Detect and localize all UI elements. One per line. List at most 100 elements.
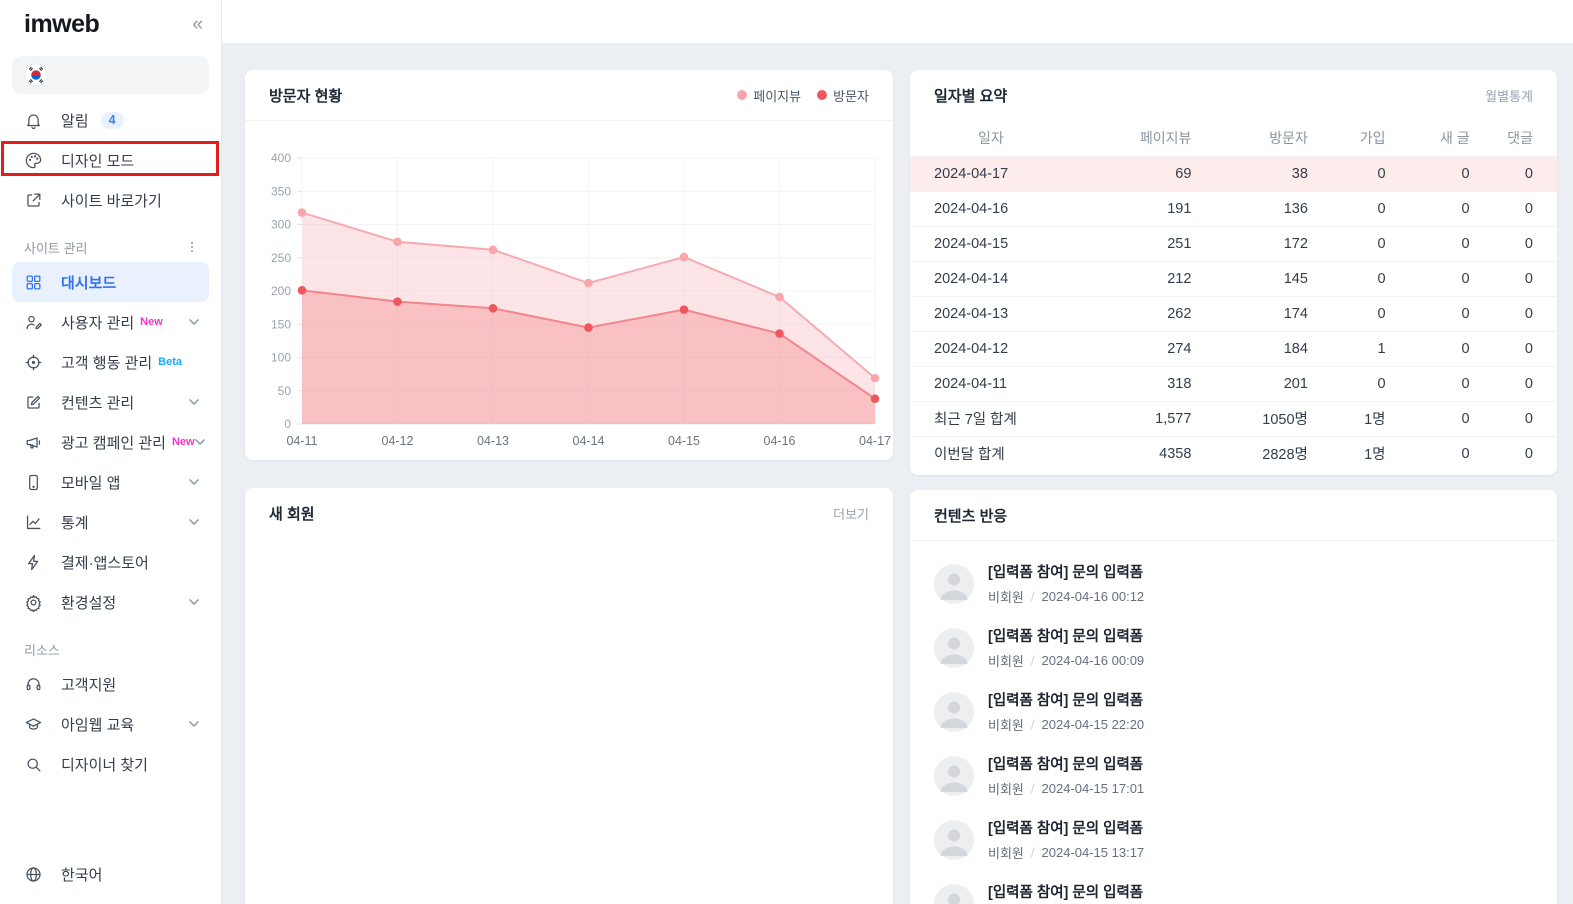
table-row[interactable]: 2024-04-11 318 201 0 0 0 — [910, 366, 1557, 401]
list-item[interactable]: [입력폼 참여] 문의 입력폼 비회원 / 2024-04-14 23:56 — [934, 881, 1533, 904]
table-row[interactable]: 2024-04-14 212 145 0 0 0 — [910, 261, 1557, 296]
cell: 0 — [1386, 401, 1470, 436]
search-icon — [24, 755, 43, 774]
cell: 0 — [1470, 331, 1557, 366]
sidebar-item-settings[interactable]: 환경설정 — [12, 582, 209, 622]
sidebar: imweb « 알림 4 — [0, 0, 222, 904]
cell: 145 — [1191, 261, 1307, 296]
section-resources: 리소스 — [12, 636, 209, 662]
sidebar-item-dashboard[interactable]: 대시보드 — [12, 262, 209, 302]
chevron-down-icon — [189, 399, 199, 406]
content-management-label: 컨텐츠 관리 — [61, 392, 134, 413]
reaction-time: 2024-04-15 17:01 — [1042, 781, 1145, 796]
customer-behavior-label: 고객 행동 관리 — [61, 352, 152, 373]
cell: 1 — [1308, 331, 1386, 366]
cell: 0 — [1308, 191, 1386, 226]
headset-icon — [24, 675, 43, 694]
megaphone-icon — [24, 433, 43, 452]
sidebar-item-imweb-education[interactable]: 아임웹 교육 — [12, 704, 209, 744]
row-date: 2024-04-16 — [910, 191, 1072, 226]
list-item[interactable]: [입력폼 참여] 문의 입력폼 비회원 / 2024-04-15 22:20 — [934, 689, 1533, 734]
cell: 0 — [1308, 366, 1386, 401]
reaction-member: 비회원 — [988, 715, 1024, 734]
list-item[interactable]: [입력폼 참여] 문의 입력폼 비회원 / 2024-04-16 00:09 — [934, 625, 1533, 670]
more-link[interactable]: 더보기 — [833, 504, 869, 523]
cell: 251 — [1072, 226, 1192, 261]
new-members-title: 새 회원 — [269, 503, 315, 524]
row-date: 2024-04-13 — [910, 296, 1072, 331]
new-tag: New — [140, 316, 163, 328]
col-signups: 가입 — [1308, 120, 1386, 156]
sidebar-item-ad-campaign[interactable]: 광고 캠페인 관리 New — [12, 422, 209, 462]
new-members-card: 새 회원 더보기 — [245, 488, 893, 904]
content-reactions-title: 컨텐츠 반응 — [934, 505, 1007, 526]
table-row[interactable]: 2024-04-15 251 172 0 0 0 — [910, 226, 1557, 261]
payments-appstore-label: 결제·앱스토어 — [61, 552, 149, 573]
row-label: 이번달 합계 — [910, 436, 1072, 471]
section-label: 사이트 관리 — [24, 238, 87, 257]
cell: 274 — [1072, 331, 1192, 366]
reaction-title: [입력폼 참여] 문의 입력폼 — [988, 689, 1144, 710]
sidebar-item-customer-behavior[interactable]: 고객 행동 관리 Beta — [12, 342, 209, 382]
sidebar-item-user-management[interactable]: 사용자 관리 New — [12, 302, 209, 342]
table-row-total-7days: 최근 7일 합계 1,577 1050명 1명 0 0 — [910, 401, 1557, 436]
table-row[interactable]: 2024-04-17 69 38 0 0 0 — [910, 156, 1557, 191]
chevron-down-icon — [189, 319, 199, 326]
sidebar-item-payments-appstore[interactable]: 결제·앱스토어 — [12, 542, 209, 582]
imweb-education-label: 아임웹 교육 — [61, 714, 134, 735]
monthly-stats-link[interactable]: 월별통계 — [1485, 86, 1533, 105]
col-date: 일자 — [910, 120, 1072, 156]
cell: 69 — [1072, 156, 1192, 191]
row-date: 2024-04-17 — [910, 156, 1072, 191]
sidebar-item-find-designer[interactable]: 디자이너 찾기 — [12, 744, 209, 784]
reaction-time: 2024-04-16 00:12 — [1042, 589, 1145, 604]
sidebar-item-site-shortcut[interactable]: 사이트 바로가기 — [12, 180, 209, 220]
cell: 0 — [1308, 261, 1386, 296]
chevron-down-icon — [189, 599, 199, 606]
table-row[interactable]: 2024-04-12 274 184 1 0 0 — [910, 331, 1557, 366]
row-date: 2024-04-11 — [910, 366, 1072, 401]
avatar — [934, 628, 974, 668]
visitor-status-card: 방문자 현황 페이지뷰 방문자 050100150200250300350400… — [245, 70, 893, 460]
user-edit-icon — [24, 313, 43, 332]
separator: / — [1031, 717, 1035, 732]
svg-text:50: 50 — [278, 384, 292, 398]
cell: 38 — [1191, 156, 1307, 191]
legend-pageview: 페이지뷰 — [737, 86, 801, 105]
chart-legend: 페이지뷰 방문자 — [737, 86, 869, 105]
reaction-member: 비회원 — [988, 587, 1024, 606]
ad-campaign-label: 광고 캠페인 관리 — [61, 432, 166, 453]
svg-text:400: 400 — [271, 151, 291, 165]
sidebar-item-design-mode[interactable]: 디자인 모드 — [12, 140, 209, 180]
list-item[interactable]: [입력폼 참여] 문의 입력폼 비회원 / 2024-04-15 13:17 — [934, 817, 1533, 862]
alerts-label: 알림 — [61, 110, 89, 131]
bell-icon — [24, 111, 43, 130]
pageview-dot-icon — [737, 90, 747, 100]
table-row[interactable]: 2024-04-16 191 136 0 0 0 — [910, 191, 1557, 226]
list-item[interactable]: [입력폼 참여] 문의 입력폼 비회원 / 2024-04-15 17:01 — [934, 753, 1533, 798]
cell: 0 — [1386, 296, 1470, 331]
svg-text:04-14: 04-14 — [573, 434, 605, 448]
sidebar-item-statistics[interactable]: 통계 — [12, 502, 209, 542]
sidebar-collapse-button[interactable]: « — [192, 15, 203, 34]
separator: / — [1031, 781, 1035, 796]
sidebar-item-mobile-app[interactable]: 모바일 앱 — [12, 462, 209, 502]
cell: 184 — [1191, 331, 1307, 366]
table-row[interactable]: 2024-04-13 262 174 0 0 0 — [910, 296, 1557, 331]
palette-icon — [24, 151, 43, 170]
design-mode-label: 디자인 모드 — [61, 150, 134, 171]
sidebar-item-alerts[interactable]: 알림 4 — [12, 100, 209, 140]
target-icon — [24, 353, 43, 372]
sidebar-item-language[interactable]: 한국어 — [12, 854, 209, 894]
kebab-menu-icon[interactable] — [185, 240, 199, 254]
chevron-down-icon — [195, 439, 205, 446]
cell: 172 — [1191, 226, 1307, 261]
sidebar-item-customer-support[interactable]: 고객지원 — [12, 664, 209, 704]
sidebar-item-content-management[interactable]: 컨텐츠 관리 — [12, 382, 209, 422]
site-selector[interactable] — [12, 56, 209, 94]
avatar — [934, 756, 974, 796]
cell: 0 — [1386, 261, 1470, 296]
language-label: 한국어 — [61, 864, 102, 885]
cell: 4358 — [1072, 436, 1192, 471]
list-item[interactable]: [입력폼 참여] 문의 입력폼 비회원 / 2024-04-16 00:12 — [934, 561, 1533, 606]
